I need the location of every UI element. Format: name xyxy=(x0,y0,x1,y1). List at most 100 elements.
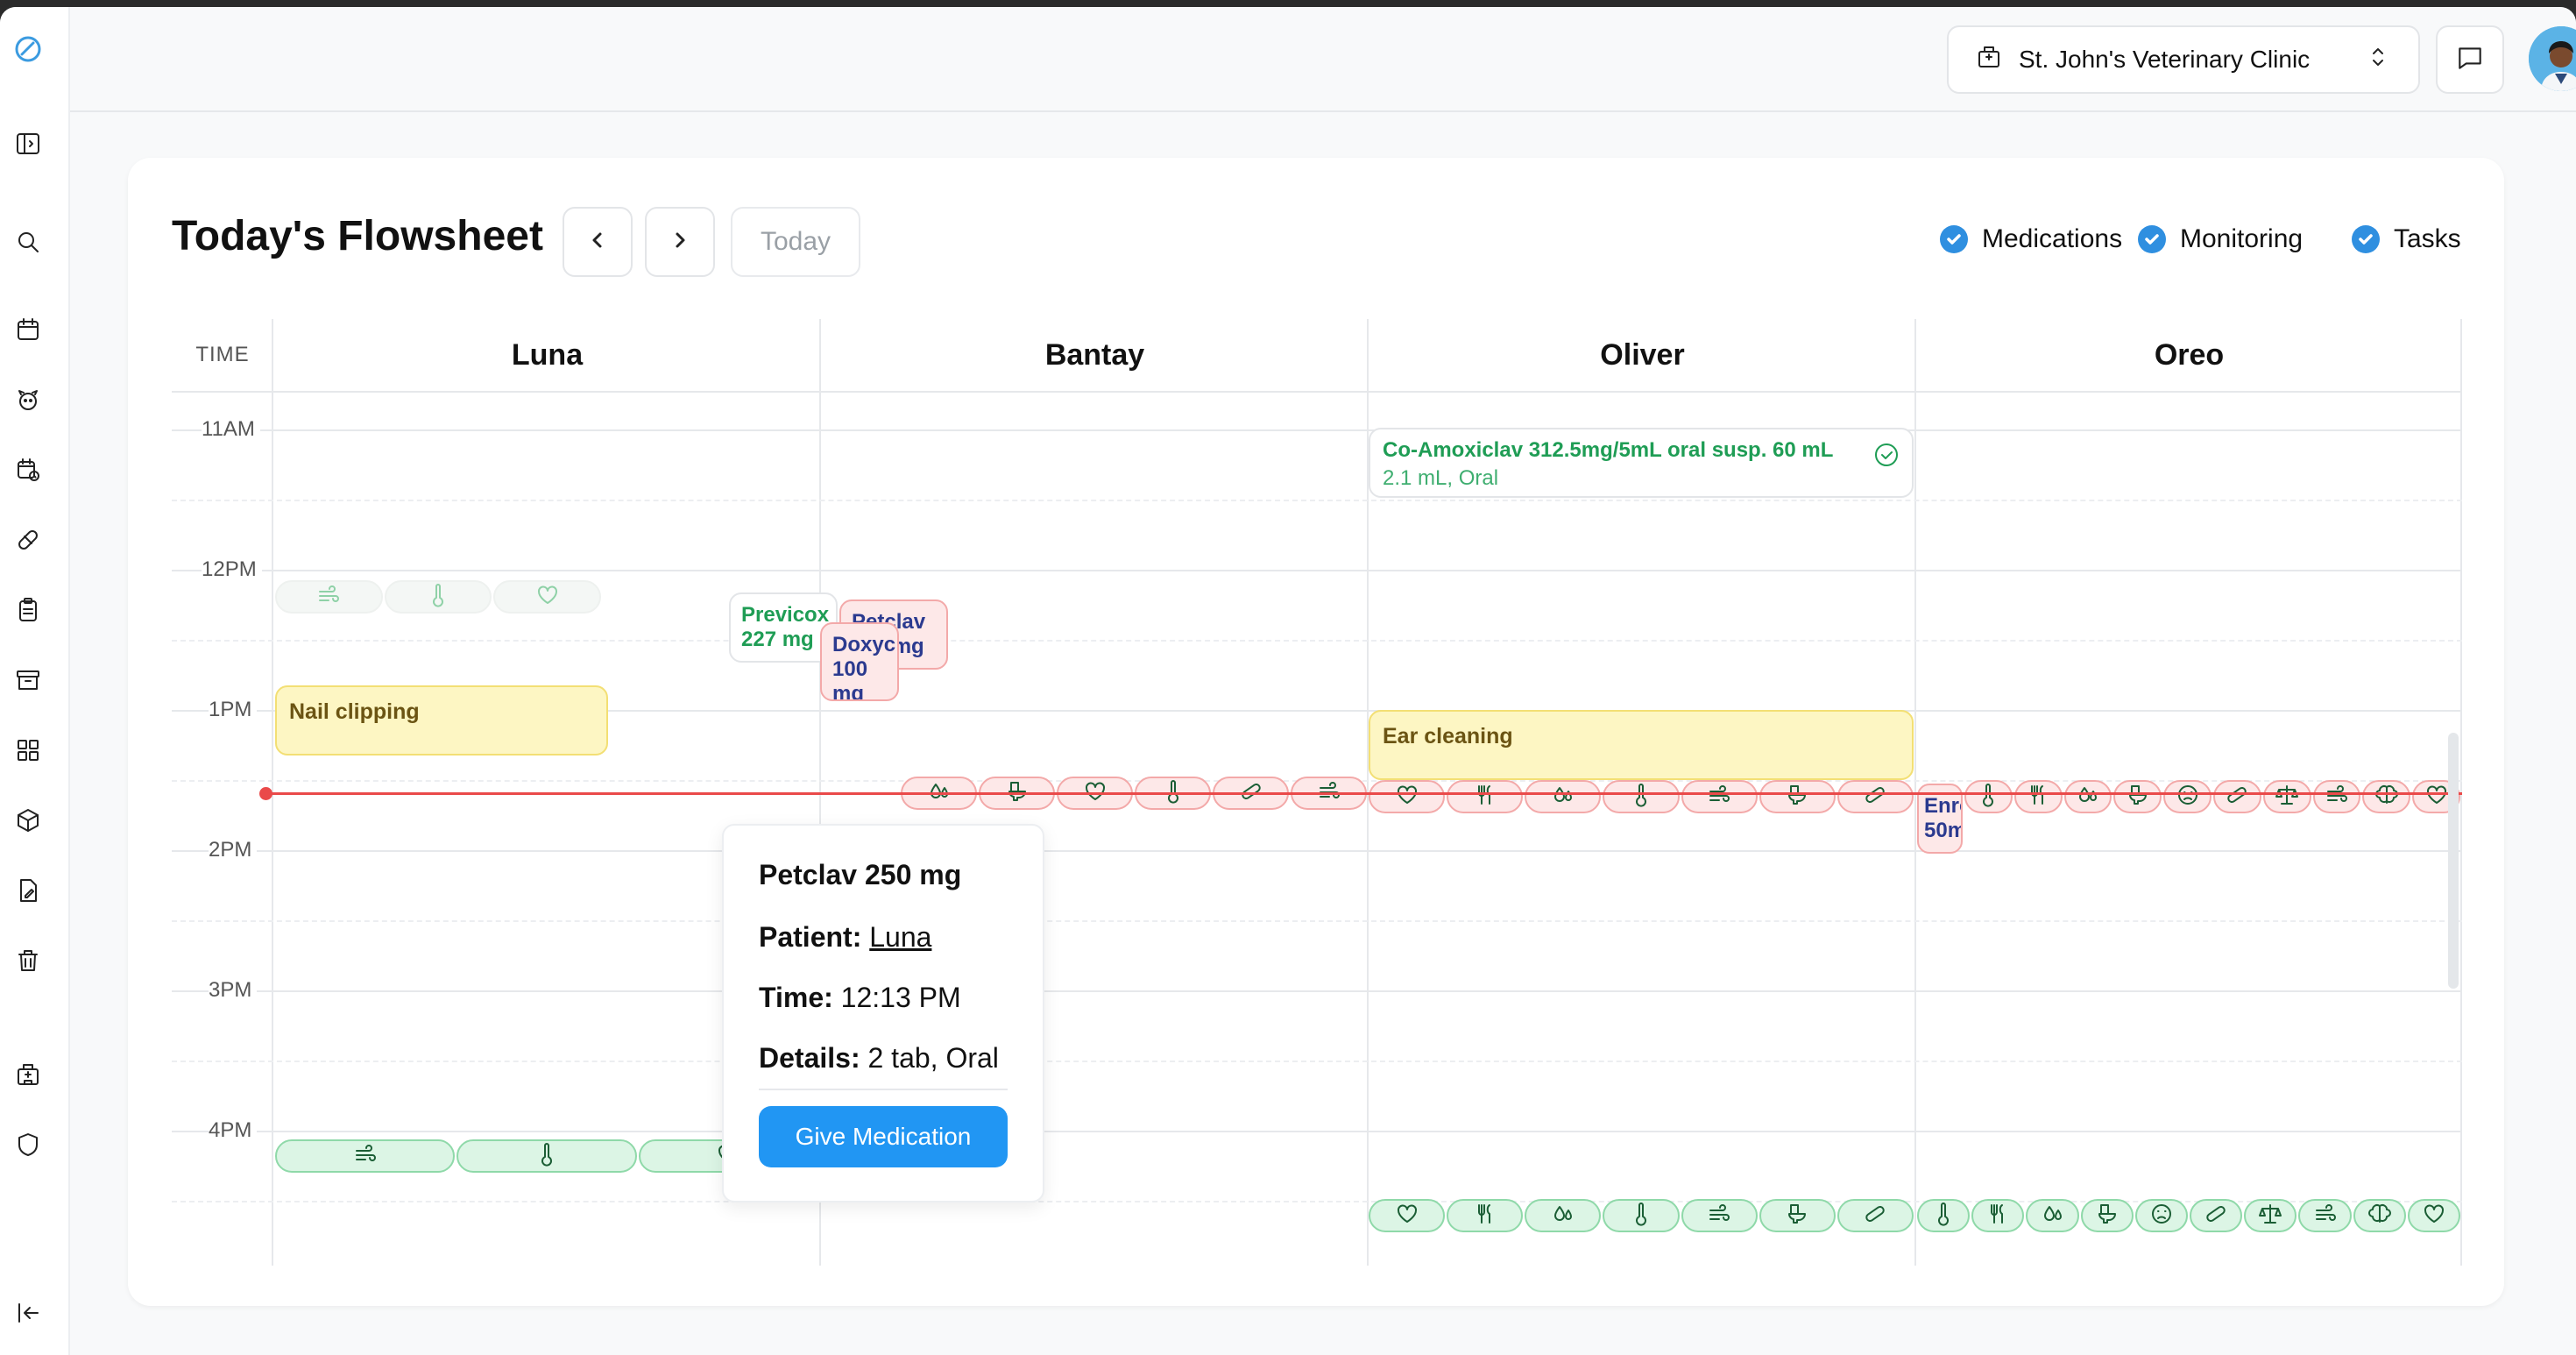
heart-icon xyxy=(535,583,560,612)
monitoring-pill[interactable] xyxy=(1836,1199,1914,1232)
monitoring-pill[interactable] xyxy=(1603,780,1680,813)
give-medication-button[interactable]: Give Medication xyxy=(759,1106,1008,1167)
pill-icon[interactable] xyxy=(14,526,42,554)
monitoring-pill[interactable] xyxy=(2013,780,2063,813)
monitoring-pill[interactable] xyxy=(1369,780,1446,813)
monitoring-row-oliver-430 xyxy=(1369,1199,1914,1232)
monitoring-row-oliver xyxy=(1369,780,1914,813)
popover-patient-link[interactable]: Luna xyxy=(869,921,931,953)
patient-header-oreo[interactable]: Oreo xyxy=(1916,319,2462,393)
time-label: 12PM xyxy=(202,557,262,582)
monitoring-pill[interactable] xyxy=(1681,780,1758,813)
filter-tasks[interactable]: Tasks xyxy=(2352,224,2461,254)
messages-button[interactable] xyxy=(2436,25,2504,94)
clipboard-icon[interactable] xyxy=(14,596,42,624)
shield-icon[interactable] xyxy=(14,1131,42,1159)
next-day-button[interactable] xyxy=(645,207,715,277)
monitoring-pill[interactable] xyxy=(456,1139,637,1173)
collapse-icon[interactable] xyxy=(14,1299,42,1327)
monitoring-pill[interactable] xyxy=(2362,780,2411,813)
monitoring-pill[interactable] xyxy=(275,1139,456,1173)
today-button[interactable]: Today xyxy=(731,207,860,277)
monitoring-pill[interactable] xyxy=(2026,1199,2079,1232)
checkbox-checked-icon[interactable] xyxy=(1940,225,1968,253)
monitoring-pill[interactable] xyxy=(2407,1199,2461,1232)
monitoring-pill[interactable] xyxy=(1759,1199,1836,1232)
monitoring-pill[interactable] xyxy=(1447,780,1524,813)
box-icon[interactable] xyxy=(14,806,42,834)
filter-monitoring[interactable]: Monitoring xyxy=(2138,224,2303,254)
hour-line xyxy=(172,850,2462,852)
monitoring-pill[interactable] xyxy=(2312,780,2361,813)
toilet-icon xyxy=(1785,783,1809,812)
monitoring-pill[interactable] xyxy=(1603,1199,1680,1232)
medication-dose: 50m xyxy=(1924,819,1963,842)
search-icon[interactable] xyxy=(14,228,42,256)
prev-day-button[interactable] xyxy=(563,207,633,277)
archive-icon[interactable] xyxy=(14,666,42,694)
schedule-icon[interactable] xyxy=(14,456,42,484)
monitoring-pill[interactable] xyxy=(2212,780,2261,813)
monitoring-pill[interactable] xyxy=(1681,1199,1758,1232)
clinic-selector[interactable]: St. John's Veterinary Clinic xyxy=(1947,25,2420,94)
medication-dose: 227 mg xyxy=(741,628,814,651)
logo-icon[interactable] xyxy=(14,35,42,63)
file-edit-icon[interactable] xyxy=(14,876,42,905)
task-nail-clipping[interactable]: Nail clipping xyxy=(275,685,608,756)
chat-icon xyxy=(2455,43,2485,77)
filter-medications[interactable]: Medications xyxy=(1940,224,2122,254)
monitoring-pill[interactable] xyxy=(1759,780,1836,813)
monitoring-pill[interactable] xyxy=(493,580,602,614)
trash-icon[interactable] xyxy=(14,947,42,975)
monitoring-pill[interactable] xyxy=(1964,780,2013,813)
user-avatar[interactable] xyxy=(2529,26,2576,91)
medication-doxycycline[interactable]: Doxyc 100 mg xyxy=(820,622,899,701)
monitoring-pill[interactable] xyxy=(2134,1199,2189,1232)
dashboard-icon[interactable] xyxy=(14,736,42,764)
sidebar-toggle-icon[interactable] xyxy=(14,130,42,158)
monitoring-pill[interactable] xyxy=(1836,780,1914,813)
popover-details: Details: 2 tab, Oral xyxy=(759,1042,1008,1075)
scrollbar[interactable] xyxy=(2448,733,2459,989)
checkbox-checked-icon[interactable] xyxy=(2138,225,2166,253)
monitoring-row-oreo xyxy=(1964,780,2460,813)
monitoring-pill[interactable] xyxy=(1525,1199,1602,1232)
heart-icon xyxy=(2424,783,2449,812)
clinic-name: St. John's Veterinary Clinic xyxy=(2019,46,2311,73)
monitoring-pill[interactable] xyxy=(384,580,492,614)
monitoring-pill[interactable] xyxy=(2113,780,2162,813)
wind-icon xyxy=(1707,1202,1731,1231)
monitoring-pill[interactable] xyxy=(2353,1199,2406,1232)
monitoring-pill[interactable] xyxy=(2262,780,2311,813)
monitoring-pill[interactable] xyxy=(1447,1199,1524,1232)
patient-header-luna[interactable]: Luna xyxy=(273,319,821,393)
patient-header-bantay[interactable]: Bantay xyxy=(821,319,1369,393)
frown-icon xyxy=(2176,783,2200,812)
monitoring-pill[interactable] xyxy=(2298,1199,2352,1232)
monitoring-pill[interactable] xyxy=(2163,780,2212,813)
monitoring-pill[interactable] xyxy=(1525,780,1602,813)
monitoring-pill[interactable] xyxy=(1971,1199,2025,1232)
monitoring-pill[interactable] xyxy=(2063,780,2112,813)
monitoring-pill[interactable] xyxy=(2190,1199,2243,1232)
calendar-icon[interactable] xyxy=(14,316,42,344)
monitoring-pill[interactable] xyxy=(1917,1199,1971,1232)
monitoring-pill[interactable] xyxy=(2080,1199,2134,1232)
half-hour-line xyxy=(172,920,2462,922)
medication-name: Doxyc xyxy=(832,633,896,656)
task-ear-cleaning[interactable]: Ear cleaning xyxy=(1369,710,1914,780)
pet-icon[interactable] xyxy=(14,386,42,414)
drops-icon xyxy=(1551,1202,1575,1231)
half-hour-line xyxy=(172,500,2462,501)
utensils-icon xyxy=(1473,1202,1497,1231)
medication-co-amoxiclav[interactable]: Co-Amoxiclav 312.5mg/5mL oral susp. 60 m… xyxy=(1369,428,1914,498)
half-hour-line xyxy=(172,640,2462,642)
monitoring-pill[interactable] xyxy=(275,580,383,614)
filter-label: Tasks xyxy=(2394,224,2461,253)
building-icon[interactable] xyxy=(14,1061,42,1089)
wind-icon xyxy=(2313,1202,2338,1231)
monitoring-pill[interactable] xyxy=(1369,1199,1446,1232)
patient-header-oliver[interactable]: Oliver xyxy=(1369,319,1916,393)
monitoring-pill[interactable] xyxy=(2244,1199,2297,1232)
checkbox-checked-icon[interactable] xyxy=(2352,225,2380,253)
